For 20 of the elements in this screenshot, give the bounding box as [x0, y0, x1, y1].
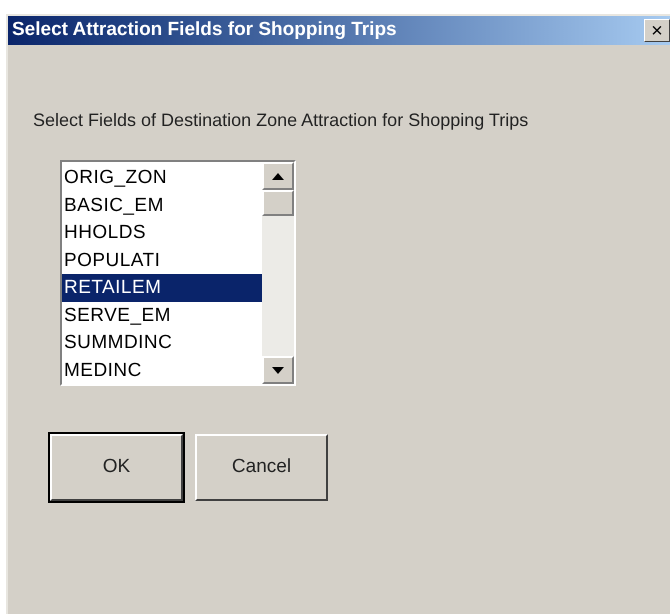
scroll-thumb[interactable]	[262, 190, 294, 216]
dialog-button[interactable]: OK	[50, 434, 183, 501]
down-arrow-icon	[272, 366, 284, 374]
close-button[interactable]: ×	[644, 19, 670, 42]
list-item[interactable]: BASIC_EM	[62, 192, 262, 219]
scroll-down-button[interactable]	[262, 356, 294, 384]
list-item[interactable]: ORIG_ZON	[62, 164, 262, 192]
list-item[interactable]: SERVE_EM	[62, 302, 262, 329]
list-item[interactable]: HHOLDS	[62, 219, 262, 246]
list-item[interactable]: SUMMDINC	[62, 329, 262, 356]
prompt-label: Select Fields of Destination Zone Attraction for Shopping Trips	[33, 110, 528, 130]
dialog-button[interactable]: Cancel	[195, 434, 328, 501]
field-list[interactable]: ORIG_ZON BASIC_EM HHOLDS POPULATI RETAILEM SERVE_EM SUMMDINC MEDINC	[60, 160, 296, 386]
list-item[interactable]: POPULATI	[62, 246, 262, 274]
window-title: Select Attraction Fields for Shopping Trips	[12, 18, 397, 42]
list-item[interactable]: RETAILEM	[62, 274, 262, 302]
scroll-up-button[interactable]	[262, 162, 294, 190]
scrollbar[interactable]	[262, 162, 294, 384]
up-arrow-icon	[272, 172, 284, 180]
list-item[interactable]: MEDINC	[62, 356, 262, 384]
